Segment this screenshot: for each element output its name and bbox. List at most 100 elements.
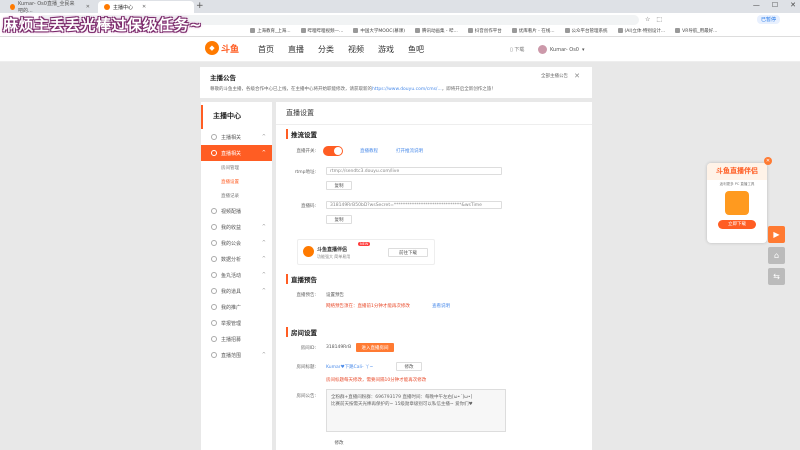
sidebar-subitem-settings[interactable]: 直播设置 xyxy=(201,175,272,189)
bookmark-icon xyxy=(564,28,570,33)
chevron-down-icon: ▾ xyxy=(581,46,585,53)
browser-tab-center[interactable]: 主播中心 ✕ xyxy=(98,1,194,13)
forecast-label: 直播预告: xyxy=(296,293,316,298)
enter-room-button[interactable]: 进入直播房间 xyxy=(356,343,394,352)
bookmark-item[interactable]: VR导航_用最好... xyxy=(675,28,717,34)
announcement-link[interactable]: https://www.douyu.com/cms/... xyxy=(372,87,442,92)
bookmark-item[interactable]: 公众平台管理系统 xyxy=(564,28,608,34)
bookmark-item[interactable]: 上海教育_上海... xyxy=(250,28,291,34)
live-settings-panel: 直播设置 推流设置 直播开关: 直播教程 打开推流说明 rtmp地址: rtmp… xyxy=(276,102,592,450)
download-link[interactable]: ▯ 下载 xyxy=(510,46,524,53)
edit-notice-button[interactable]: 修改 xyxy=(326,438,352,447)
promo-title: 斗鱼直播伴侣 xyxy=(317,247,348,253)
avatar xyxy=(538,45,547,54)
bookmark-icon xyxy=(617,28,623,33)
room-notice-textarea[interactable]: 全粉群+直播间粉群：696793179 直播时间：每晚中午左右[ω•´]ω•] … xyxy=(326,389,506,432)
edit-title-button[interactable]: 修改 xyxy=(396,362,422,371)
room-title-label: 房间标题: xyxy=(296,365,316,370)
chevron-up-icon: ^ xyxy=(261,224,266,230)
nav-video[interactable]: 视频 xyxy=(348,44,364,55)
sidebar-item-props[interactable]: 我的道具 ^ xyxy=(201,283,272,299)
copy-rtmp-button[interactable]: 复制 xyxy=(326,181,352,190)
sidebar-item-income[interactable]: 我的收益 ^ xyxy=(201,219,272,235)
play-icon[interactable]: ▶ xyxy=(768,226,785,243)
new-tab-icon[interactable]: + xyxy=(196,1,204,11)
close-icon[interactable]: ✕ xyxy=(142,4,146,10)
stream-code-field[interactable]: 318149RrB50bD?wsSecret=*****************… xyxy=(326,201,502,209)
sidebar-item-label: 视频配播 xyxy=(221,208,242,215)
group-icon xyxy=(211,240,217,246)
close-icon[interactable]: ✕ xyxy=(86,4,90,10)
star-icon[interactable]: ☆ xyxy=(645,16,650,23)
sidebar-item-report[interactable]: 举报管理 xyxy=(201,315,272,331)
rtmp-field[interactable]: rtmp://sendtc3.douyu.com/live xyxy=(326,167,502,175)
sidebar-subitem-records[interactable]: 直播记录 xyxy=(201,189,272,203)
sidebar-item-recruit[interactable]: 主播招募 xyxy=(201,331,272,347)
sidebar-item-live[interactable]: 直播相关 ^ xyxy=(201,145,272,161)
user-menu[interactable]: Kumar- Os0 ▾ xyxy=(538,45,585,54)
profile-button[interactable]: 已暂停 xyxy=(756,15,780,24)
sidebar-item-promo[interactable]: 我的推广 xyxy=(201,299,272,315)
companion-float-card[interactable]: 斗鱼直播伴侣 返利更多 PC 直播工具 立即下载 xyxy=(707,163,767,243)
sidebar-item-anchor[interactable]: 主播相关 ^ xyxy=(201,129,272,145)
sidebar-item-video[interactable]: 视频配播 xyxy=(201,203,272,219)
sidebar-item-data[interactable]: 数据分析 ^ xyxy=(201,251,272,267)
rtmp-label: rtmp地址: xyxy=(294,170,316,175)
user-icon xyxy=(211,134,217,140)
share-icon[interactable]: ⇆ xyxy=(768,268,785,285)
minimize-icon[interactable]: — xyxy=(753,1,760,9)
bookmark-icon xyxy=(675,28,681,33)
bookmark-label: 中国大学MOOC(慕课) xyxy=(360,29,405,34)
megaphone-icon xyxy=(211,304,217,310)
bookmark-label: (AI)立体·特别设计... xyxy=(624,29,666,34)
bookmark-label: 腾讯动画集 - 哔... xyxy=(421,29,458,34)
nav-game[interactable]: 游戏 xyxy=(378,44,394,55)
bookmark-item[interactable]: 腾讯动画集 - 哔... xyxy=(414,28,458,34)
maximize-icon[interactable]: ☐ xyxy=(772,1,778,9)
bookmark-item[interactable]: 优库看片 - 在线... xyxy=(511,28,555,34)
all-announcements-link[interactable]: 全部主播公告 xyxy=(541,73,568,79)
push-guide-link[interactable]: 打开推流说明 xyxy=(396,148,423,154)
sidebar-item-guild[interactable]: 我的公会 ^ xyxy=(201,235,272,251)
nav-category[interactable]: 分类 xyxy=(318,44,334,55)
bookmark-label: 上海教育_上海... xyxy=(257,29,291,34)
nav-home[interactable]: 首页 xyxy=(258,44,274,55)
douyu-logo[interactable]: ◆ 斗鱼 xyxy=(205,41,239,55)
sidebar-item-events[interactable]: 鱼丸活动 ^ xyxy=(201,267,272,283)
download-companion-button[interactable]: 前往下载 xyxy=(388,248,428,257)
nav-live[interactable]: 直播 xyxy=(288,44,304,55)
new-badge: NEW xyxy=(358,242,371,246)
companion-app-icon xyxy=(725,191,749,215)
sidebar-item-label: 直播相关 xyxy=(221,150,242,157)
section-forecast-title: 直播预告 xyxy=(286,274,317,284)
bookmark-icon xyxy=(353,28,359,33)
bookmark-label: 哔哩哔哩视频—... xyxy=(307,29,344,34)
bookmark-icon xyxy=(250,28,255,33)
home-icon[interactable]: ⌂ xyxy=(768,247,785,264)
stream-overlay-title: 麻烦主丢丢光棒过保级任务~ xyxy=(3,16,203,34)
float-card-title: 斗鱼直播伴侣 xyxy=(707,163,767,180)
close-window-icon[interactable]: ✕ xyxy=(790,1,796,9)
float-download-button[interactable]: 立即下载 xyxy=(718,220,756,229)
bookmark-item[interactable]: 中国大学MOOC(慕课) xyxy=(353,28,405,34)
page-title: 直播设置 xyxy=(276,102,592,125)
bookmark-item[interactable]: 抖音创作平台 xyxy=(467,28,502,34)
browser-tab-stream[interactable]: Kumar- Os0直播_全民来吧的... ✕ xyxy=(4,1,96,14)
extension-icon[interactable]: ⬚ xyxy=(656,16,662,23)
bookmark-item[interactable]: 哔哩哔哩视频—... xyxy=(300,28,344,34)
live-switch-toggle[interactable] xyxy=(323,146,343,156)
close-icon[interactable]: ✕ xyxy=(574,72,580,80)
sidebar-item-label: 直播范围 xyxy=(221,352,242,359)
nav-fishbar[interactable]: 鱼吧 xyxy=(408,44,424,55)
close-icon[interactable]: ✕ xyxy=(764,157,772,165)
bookmark-label: 优库看片 - 在线... xyxy=(518,29,555,34)
sidebar-item-scope[interactable]: 直播范围 ^ xyxy=(201,347,272,363)
sidebar-subitem-room[interactable]: 房间管理 xyxy=(201,161,272,175)
forecast-help-link[interactable]: 查看说明 xyxy=(432,303,450,309)
tutorial-link[interactable]: 直播教程 xyxy=(360,148,378,154)
camera-icon xyxy=(211,150,217,156)
set-forecast-button[interactable]: 设置预告 xyxy=(326,290,356,299)
bookmark-item[interactable]: (AI)立体·特别设计... xyxy=(617,28,666,34)
video-icon xyxy=(211,208,217,214)
copy-code-button[interactable]: 复制 xyxy=(326,215,352,224)
